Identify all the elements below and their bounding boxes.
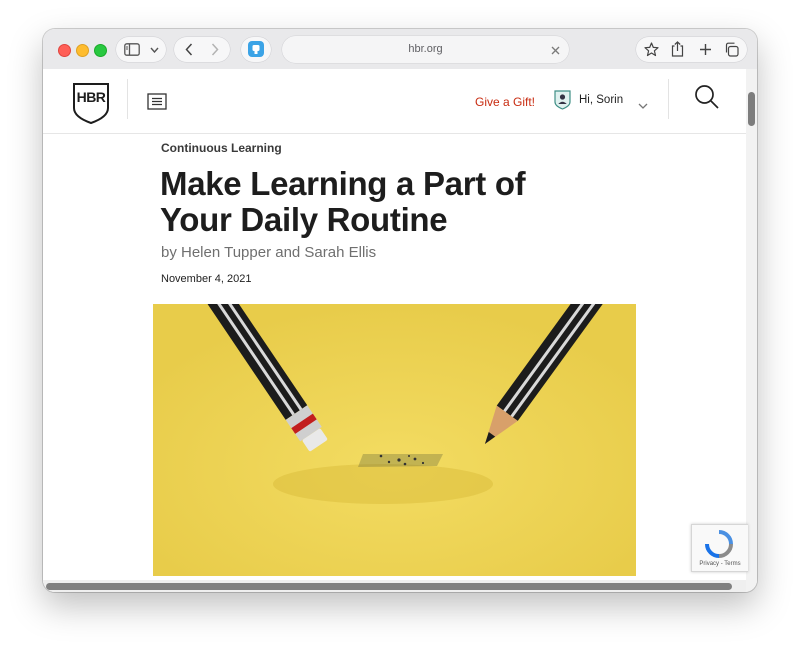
close-window-button[interactable] — [58, 44, 71, 57]
hbr-logo[interactable]: HBR — [72, 82, 110, 125]
recaptcha-label: Privacy - Terms — [699, 561, 741, 567]
new-tab-icon[interactable] — [697, 41, 713, 57]
toolbar-actions — [636, 37, 747, 62]
horizontal-scroll-thumb[interactable] — [46, 583, 732, 590]
article-byline: by Helen Tupper and Sarah Ellis — [161, 244, 377, 261]
article-headline: Make Learning a Part of Your Daily Routi… — [160, 165, 526, 238]
hero-image — [153, 304, 636, 576]
chevron-down-icon — [149, 43, 159, 56]
recaptcha-badge[interactable]: Privacy - Terms — [691, 524, 748, 572]
share-icon[interactable] — [669, 40, 685, 58]
zoom-window-button[interactable] — [94, 44, 107, 57]
vertical-scroll-thumb[interactable] — [748, 92, 755, 126]
account-menu[interactable]: Hi, Sorin — [554, 90, 684, 114]
header-divider — [127, 79, 128, 119]
address-text: hbr.org — [408, 43, 443, 55]
extension-icon — [248, 41, 264, 57]
user-avatar-icon — [554, 90, 571, 110]
history-nav — [174, 37, 230, 62]
forward-button[interactable] — [208, 42, 222, 57]
recaptcha-icon — [704, 529, 734, 564]
browser-toolbar: hbr.org — [43, 29, 757, 70]
logo-text: HBR — [76, 89, 106, 105]
address-bar[interactable]: hbr.org — [282, 36, 569, 63]
clear-icon[interactable] — [550, 43, 561, 61]
sidebar-toggle-button[interactable] — [116, 37, 166, 62]
site-header: HBR Give a Gift! Hi, Sorin — [43, 69, 746, 134]
minimize-window-button[interactable] — [76, 44, 89, 57]
bookmark-star-icon[interactable] — [643, 41, 659, 57]
sidebar-icon — [124, 42, 140, 57]
chevron-down-icon — [638, 96, 648, 114]
tab-overview-icon[interactable] — [723, 41, 739, 57]
extension-button[interactable] — [241, 37, 271, 62]
search-icon[interactable] — [694, 84, 720, 110]
article-date: November 4, 2021 — [161, 273, 252, 285]
header-divider — [668, 79, 669, 119]
greeting-text: Hi, Sorin — [579, 94, 624, 106]
browser-window: hbr.org HBR Give a Gift! Hi, Sorin Conti… — [43, 29, 757, 592]
article-category[interactable]: Continuous Learning — [161, 141, 282, 155]
give-gift-link[interactable]: Give a Gift! — [475, 95, 535, 109]
vertical-scrollbar[interactable] — [746, 69, 757, 592]
article: Continuous Learning Make Learning a Part… — [43, 134, 746, 592]
back-button[interactable] — [182, 42, 196, 57]
horizontal-scrollbar[interactable] — [43, 580, 746, 592]
menu-icon[interactable] — [147, 93, 167, 110]
